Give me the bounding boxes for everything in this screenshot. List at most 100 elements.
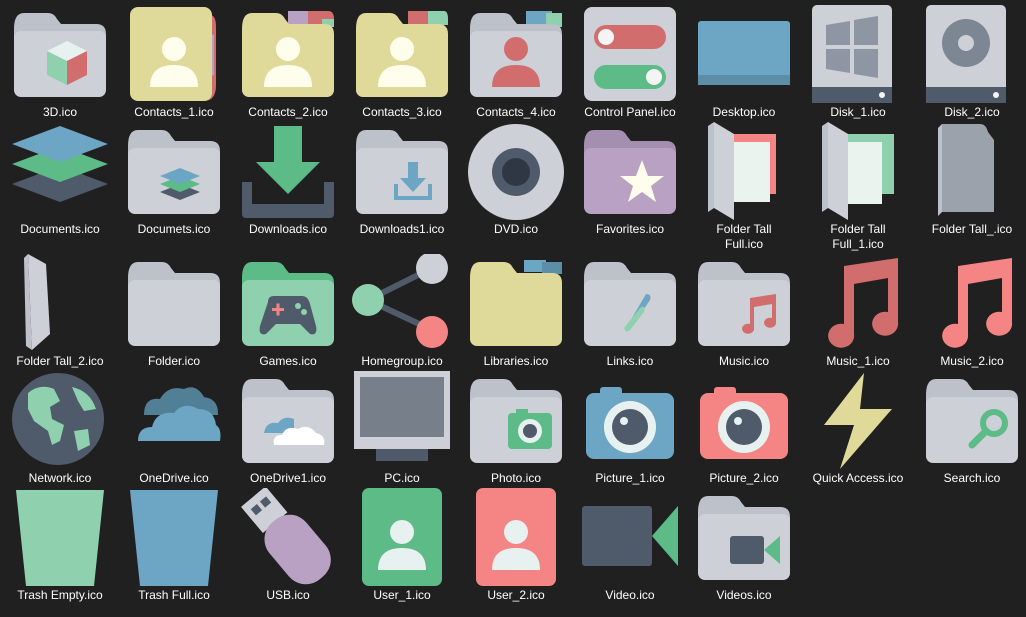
file-item[interactable]: Quick Access.ico bbox=[803, 371, 913, 486]
file-item[interactable]: Downloads1.ico bbox=[347, 122, 457, 237]
file-name-label: Games.ico bbox=[259, 354, 317, 368]
icon-grid: 3D.ico Contacts_1.ico Contacts_2.ico Con… bbox=[0, 0, 1026, 617]
file-name-label: Favorites.ico bbox=[595, 222, 665, 236]
links-icon bbox=[580, 254, 680, 354]
file-name-label: Folder Tall_2.ico bbox=[16, 354, 104, 368]
file-item[interactable]: Music.ico bbox=[689, 254, 799, 369]
file-name-label: Disk_2.ico bbox=[944, 105, 1000, 119]
pc-icon bbox=[352, 371, 452, 471]
file-item[interactable]: User_1.ico bbox=[347, 488, 457, 603]
file-item[interactable]: Disk_1.ico bbox=[803, 5, 913, 120]
file-item[interactable]: Contacts_4.ico bbox=[461, 5, 571, 120]
file-item[interactable]: Favorites.ico bbox=[575, 122, 685, 237]
contacts-4-icon bbox=[466, 5, 566, 105]
videos-folder-icon bbox=[694, 488, 794, 588]
file-name-label: 3D.ico bbox=[42, 105, 77, 119]
file-item[interactable]: 3D.ico bbox=[5, 5, 115, 120]
file-item[interactable]: DVD.ico bbox=[461, 122, 571, 237]
video-icon bbox=[580, 488, 680, 588]
contacts-3-icon bbox=[352, 5, 452, 105]
libraries-icon bbox=[466, 254, 566, 354]
file-name-label: Contacts_4.ico bbox=[476, 105, 556, 119]
file-name-label: Contacts_3.ico bbox=[362, 105, 442, 119]
file-name-label: Contacts_2.ico bbox=[248, 105, 328, 119]
file-name-label: Contacts_1.ico bbox=[134, 105, 214, 119]
file-name-label: Folder Tall_.ico bbox=[931, 222, 1013, 236]
search-folder-icon bbox=[922, 371, 1022, 471]
games-icon bbox=[238, 254, 338, 354]
file-item[interactable]: Contacts_1.ico bbox=[119, 5, 229, 120]
file-item[interactable]: Music_2.ico bbox=[917, 254, 1026, 369]
contacts-2-icon bbox=[238, 5, 338, 105]
folder-tall-2-icon bbox=[10, 254, 110, 354]
file-item[interactable]: Downloads.ico bbox=[233, 122, 343, 237]
file-item[interactable]: OneDrive.ico bbox=[119, 371, 229, 486]
file-item[interactable]: Folder Tall_.ico bbox=[917, 122, 1026, 237]
downloads-folder-icon bbox=[352, 122, 452, 222]
file-item[interactable]: Links.ico bbox=[575, 254, 685, 369]
file-name-label: Folder Tall Full.ico bbox=[716, 222, 772, 251]
3d-folder-icon bbox=[10, 5, 110, 105]
user-1-icon bbox=[352, 488, 452, 588]
file-item[interactable]: PC.ico bbox=[347, 371, 457, 486]
file-name-label: USB.ico bbox=[266, 588, 310, 602]
file-name-label: Music.ico bbox=[718, 354, 769, 368]
file-item[interactable]: Folder Tall Full.ico bbox=[689, 122, 799, 252]
file-name-label: Music_1.ico bbox=[826, 354, 890, 368]
file-name-label: Videos.ico bbox=[716, 588, 772, 602]
file-item[interactable]: Games.ico bbox=[233, 254, 343, 369]
music-1-icon bbox=[808, 254, 908, 354]
file-name-label: Downloads1.ico bbox=[359, 222, 445, 236]
trash-empty-icon bbox=[10, 488, 110, 588]
file-item[interactable]: Desktop.ico bbox=[689, 5, 799, 120]
onedrive-folder-icon bbox=[238, 371, 338, 471]
file-item[interactable]: Control Panel.ico bbox=[575, 5, 685, 120]
file-item[interactable]: Music_1.ico bbox=[803, 254, 913, 369]
file-item[interactable]: OneDrive1.ico bbox=[233, 371, 343, 486]
file-name-label: PC.ico bbox=[384, 471, 420, 485]
file-name-label: Downloads.ico bbox=[248, 222, 328, 236]
file-name-label: Folder Tall Full_1.ico bbox=[830, 222, 886, 251]
file-item[interactable]: Network.ico bbox=[5, 371, 115, 486]
file-name-label: Search.ico bbox=[943, 471, 1001, 485]
file-item[interactable]: Videos.ico bbox=[689, 488, 799, 603]
file-name-label: Disk_1.ico bbox=[830, 105, 886, 119]
file-name-label: Documets.ico bbox=[137, 222, 211, 236]
file-item[interactable]: Documents.ico bbox=[5, 122, 115, 237]
file-item[interactable]: Documets.ico bbox=[119, 122, 229, 237]
file-item[interactable]: Search.ico bbox=[917, 371, 1026, 486]
documents-folder-icon bbox=[124, 122, 224, 222]
file-item[interactable]: Contacts_2.ico bbox=[233, 5, 343, 120]
file-item[interactable]: Picture_2.ico bbox=[689, 371, 799, 486]
file-name-label: Network.ico bbox=[28, 471, 92, 485]
file-item[interactable]: Homegroup.ico bbox=[347, 254, 457, 369]
file-name-label: Links.ico bbox=[606, 354, 654, 368]
file-item[interactable]: Libraries.ico bbox=[461, 254, 571, 369]
file-item[interactable]: Trash Empty.ico bbox=[5, 488, 115, 603]
file-item[interactable]: Trash Full.ico bbox=[119, 488, 229, 603]
file-name-label: DVD.ico bbox=[493, 222, 538, 236]
file-item[interactable]: Disk_2.ico bbox=[917, 5, 1026, 120]
file-item[interactable]: Contacts_3.ico bbox=[347, 5, 457, 120]
folder-icon bbox=[124, 254, 224, 354]
file-item[interactable]: Folder Tall Full_1.ico bbox=[803, 122, 913, 252]
onedrive-icon bbox=[124, 371, 224, 471]
downloads-icon bbox=[238, 122, 338, 222]
quick-access-icon bbox=[808, 371, 908, 471]
file-item[interactable]: Folder.ico bbox=[119, 254, 229, 369]
file-item[interactable]: Video.ico bbox=[575, 488, 685, 603]
file-name-label: Folder.ico bbox=[147, 354, 201, 368]
file-item[interactable]: USB.ico bbox=[233, 488, 343, 603]
file-item[interactable]: User_2.ico bbox=[461, 488, 571, 603]
file-name-label: Desktop.ico bbox=[712, 105, 776, 119]
file-name-label: Photo.ico bbox=[490, 471, 542, 485]
file-item[interactable]: Photo.ico bbox=[461, 371, 571, 486]
trash-full-icon bbox=[124, 488, 224, 588]
file-item[interactable]: Folder Tall_2.ico bbox=[5, 254, 115, 369]
file-item[interactable]: Picture_1.ico bbox=[575, 371, 685, 486]
file-name-label: Homegroup.ico bbox=[361, 354, 443, 368]
file-name-label: Video.ico bbox=[605, 588, 655, 602]
file-name-label: OneDrive1.ico bbox=[249, 471, 327, 485]
disk-2-icon bbox=[922, 5, 1022, 105]
user-2-icon bbox=[466, 488, 566, 588]
